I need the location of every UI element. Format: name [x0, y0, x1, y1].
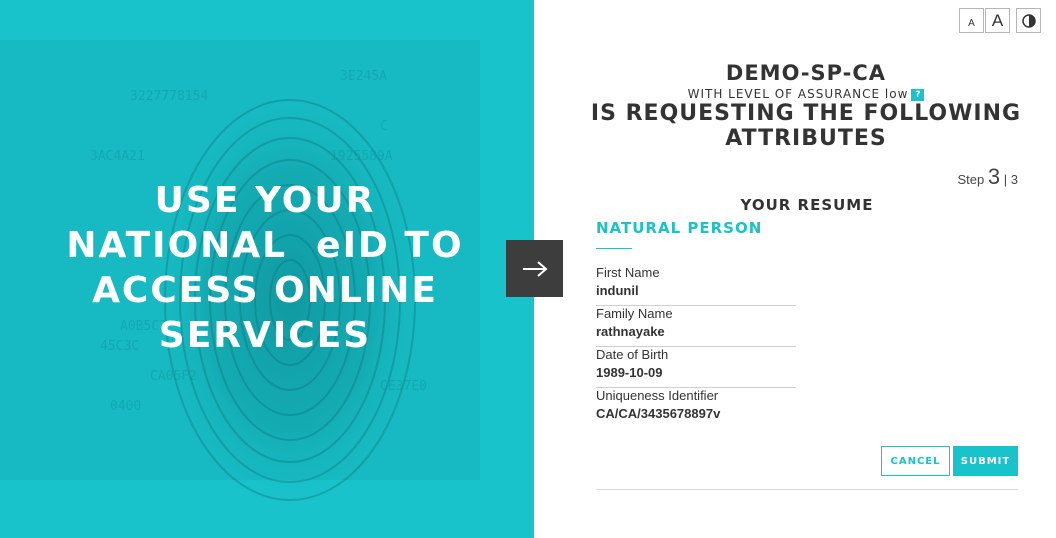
request-title-line: ATTRIBUTES	[725, 126, 887, 151]
svg-text:3E245A: 3E245A	[340, 69, 387, 84]
loa-text: WITH LEVEL OF ASSURANCE low	[687, 87, 909, 101]
hero-line: ACCESS ONLINE	[92, 270, 438, 311]
attribute-label: Uniqueness Identifier	[596, 388, 719, 403]
attribute-row-first-name: First Name indunil	[596, 265, 796, 306]
svg-text:1925589A: 1925589A	[330, 149, 393, 164]
step-separator: |	[1003, 172, 1008, 187]
svg-text:CE37E0: CE37E0	[380, 379, 427, 394]
attribute-value: indunil	[596, 283, 639, 298]
decrease-font-button[interactable]: A	[959, 8, 984, 33]
step-indicator: Step 3 | 3	[958, 164, 1019, 190]
attribute-label: Family Name	[596, 306, 673, 321]
loa-help-icon[interactable]: ?	[911, 89, 925, 101]
small-a-label: A	[968, 18, 975, 29]
arrow-right-icon	[522, 260, 548, 277]
step-current: 3	[987, 164, 1001, 189]
request-title: IS REQUESTING THE FOLLOWING ATTRIBUTES	[560, 101, 1052, 151]
svg-text:C: C	[380, 119, 388, 134]
attribute-value: rathnayake	[596, 324, 665, 339]
next-arrow-button[interactable]	[506, 240, 563, 297]
hero-panel: 3227778154 3AC4A21 1925589A 3E245A C A0B…	[0, 0, 534, 538]
increase-font-button[interactable]: A	[985, 8, 1010, 33]
attribute-row-date-of-birth: Date of Birth 1989-10-09	[596, 347, 796, 388]
level-of-assurance: WITH LEVEL OF ASSURANCE low?	[560, 87, 1052, 101]
step-label: Step	[957, 172, 985, 187]
contrast-toggle-button[interactable]	[1016, 8, 1041, 33]
attribute-value: CA/CA/3435678897v	[596, 406, 721, 421]
attribute-label: Date of Birth	[596, 347, 669, 362]
hero-line: NATIONAL eID TO	[66, 225, 464, 266]
svg-text:CA05F2: CA05F2	[150, 369, 197, 384]
heading-underline	[596, 248, 632, 249]
attribute-row-uniqueness-identifier: Uniqueness Identifier CA/CA/3435678897v	[596, 388, 796, 429]
request-title-line: IS REQUESTING THE FOLLOWING	[590, 101, 1022, 126]
attribute-label: First Name	[596, 265, 660, 280]
contrast-icon	[1021, 13, 1036, 28]
natural-person-heading: NATURAL PERSON	[596, 219, 763, 237]
submit-button[interactable]: SUBMIT	[953, 446, 1018, 476]
step-total: 3	[1010, 172, 1018, 187]
cancel-button[interactable]: CANCEL	[881, 446, 950, 476]
attribute-value: 1989-10-09	[596, 365, 663, 380]
hero-line: USE YOUR	[154, 180, 376, 221]
hero-headline: USE YOUR NATIONAL eID TO ACCESS ONLINE S…	[60, 178, 470, 358]
svg-text:3AC4A21: 3AC4A21	[90, 149, 145, 164]
svg-text:3227778154: 3227778154	[130, 89, 208, 104]
resume-title: YOUR RESUME	[740, 196, 874, 214]
large-a-label: A	[991, 10, 1004, 30]
service-provider-name: DEMO-SP-CA	[725, 61, 887, 85]
hero-line: SERVICES	[158, 315, 372, 356]
attribute-row-family-name: Family Name rathnayake	[596, 306, 796, 347]
svg-text:0400: 0400	[110, 399, 141, 414]
form-divider	[596, 489, 1018, 490]
